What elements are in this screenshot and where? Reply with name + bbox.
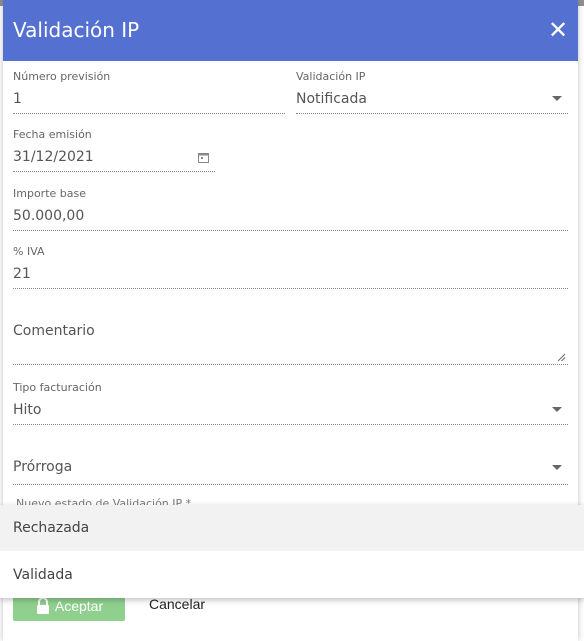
validacion-ip-label: Validación IP xyxy=(296,70,366,83)
iva-label: % IVA xyxy=(13,245,45,258)
calendar-icon[interactable] xyxy=(198,152,209,163)
comentario-textarea[interactable]: Comentario xyxy=(13,323,568,365)
tipo-facturacion-label: Tipo facturación xyxy=(13,381,102,394)
iva-value: 21 xyxy=(13,266,31,282)
field-underline xyxy=(13,424,568,425)
numero-prevision-label: Número previsión xyxy=(13,70,111,83)
importe-base-label: Importe base xyxy=(13,187,86,200)
resize-handle-icon[interactable] xyxy=(557,353,566,362)
comentario-label: Comentario xyxy=(13,323,95,339)
prorroga-select[interactable]: Prórroga xyxy=(13,459,568,485)
nuevo-estado-dropdown: Rechazada Validada xyxy=(0,505,584,598)
lock-icon xyxy=(36,596,49,614)
cancel-button[interactable]: Cancelar xyxy=(149,596,205,612)
chevron-down-icon xyxy=(552,407,562,412)
tipo-facturacion-value: Hito xyxy=(13,402,42,418)
importe-base-field[interactable]: Importe base 50.000,00 xyxy=(13,187,568,231)
field-underline xyxy=(13,230,568,231)
prorroga-label: Prórroga xyxy=(13,459,73,475)
dropdown-option-validada[interactable]: Validada xyxy=(0,552,584,598)
fecha-emision-field[interactable]: Fecha emisión 31/12/2021 xyxy=(13,128,215,172)
tipo-facturacion-select[interactable]: Tipo facturación Hito xyxy=(13,381,568,425)
iva-field[interactable]: % IVA 21 xyxy=(13,245,568,289)
accept-label: Aceptar xyxy=(54,597,104,614)
dialog-header: Validación IP ✕ xyxy=(3,0,578,61)
importe-base-value: 50.000,00 xyxy=(13,208,85,224)
dialog-title: Validación IP xyxy=(13,18,140,42)
validacion-ip-select[interactable]: Validación IP Notificada xyxy=(296,70,568,114)
fecha-emision-label: Fecha emisión xyxy=(13,128,92,141)
numero-prevision-value: 1 xyxy=(13,91,22,107)
field-underline xyxy=(296,113,568,114)
close-icon[interactable]: ✕ xyxy=(546,18,570,42)
numero-prevision-field[interactable]: Número previsión 1 xyxy=(13,70,285,114)
field-underline xyxy=(13,364,568,365)
chevron-down-icon xyxy=(552,465,562,470)
chevron-down-icon xyxy=(552,96,562,101)
field-underline xyxy=(13,484,568,485)
field-underline xyxy=(13,113,285,114)
field-underline xyxy=(13,171,215,172)
fecha-emision-value: 31/12/2021 xyxy=(13,149,94,165)
dropdown-option-rechazada[interactable]: Rechazada xyxy=(0,505,584,551)
validacion-ip-value: Notificada xyxy=(296,91,367,107)
field-underline xyxy=(13,288,568,289)
